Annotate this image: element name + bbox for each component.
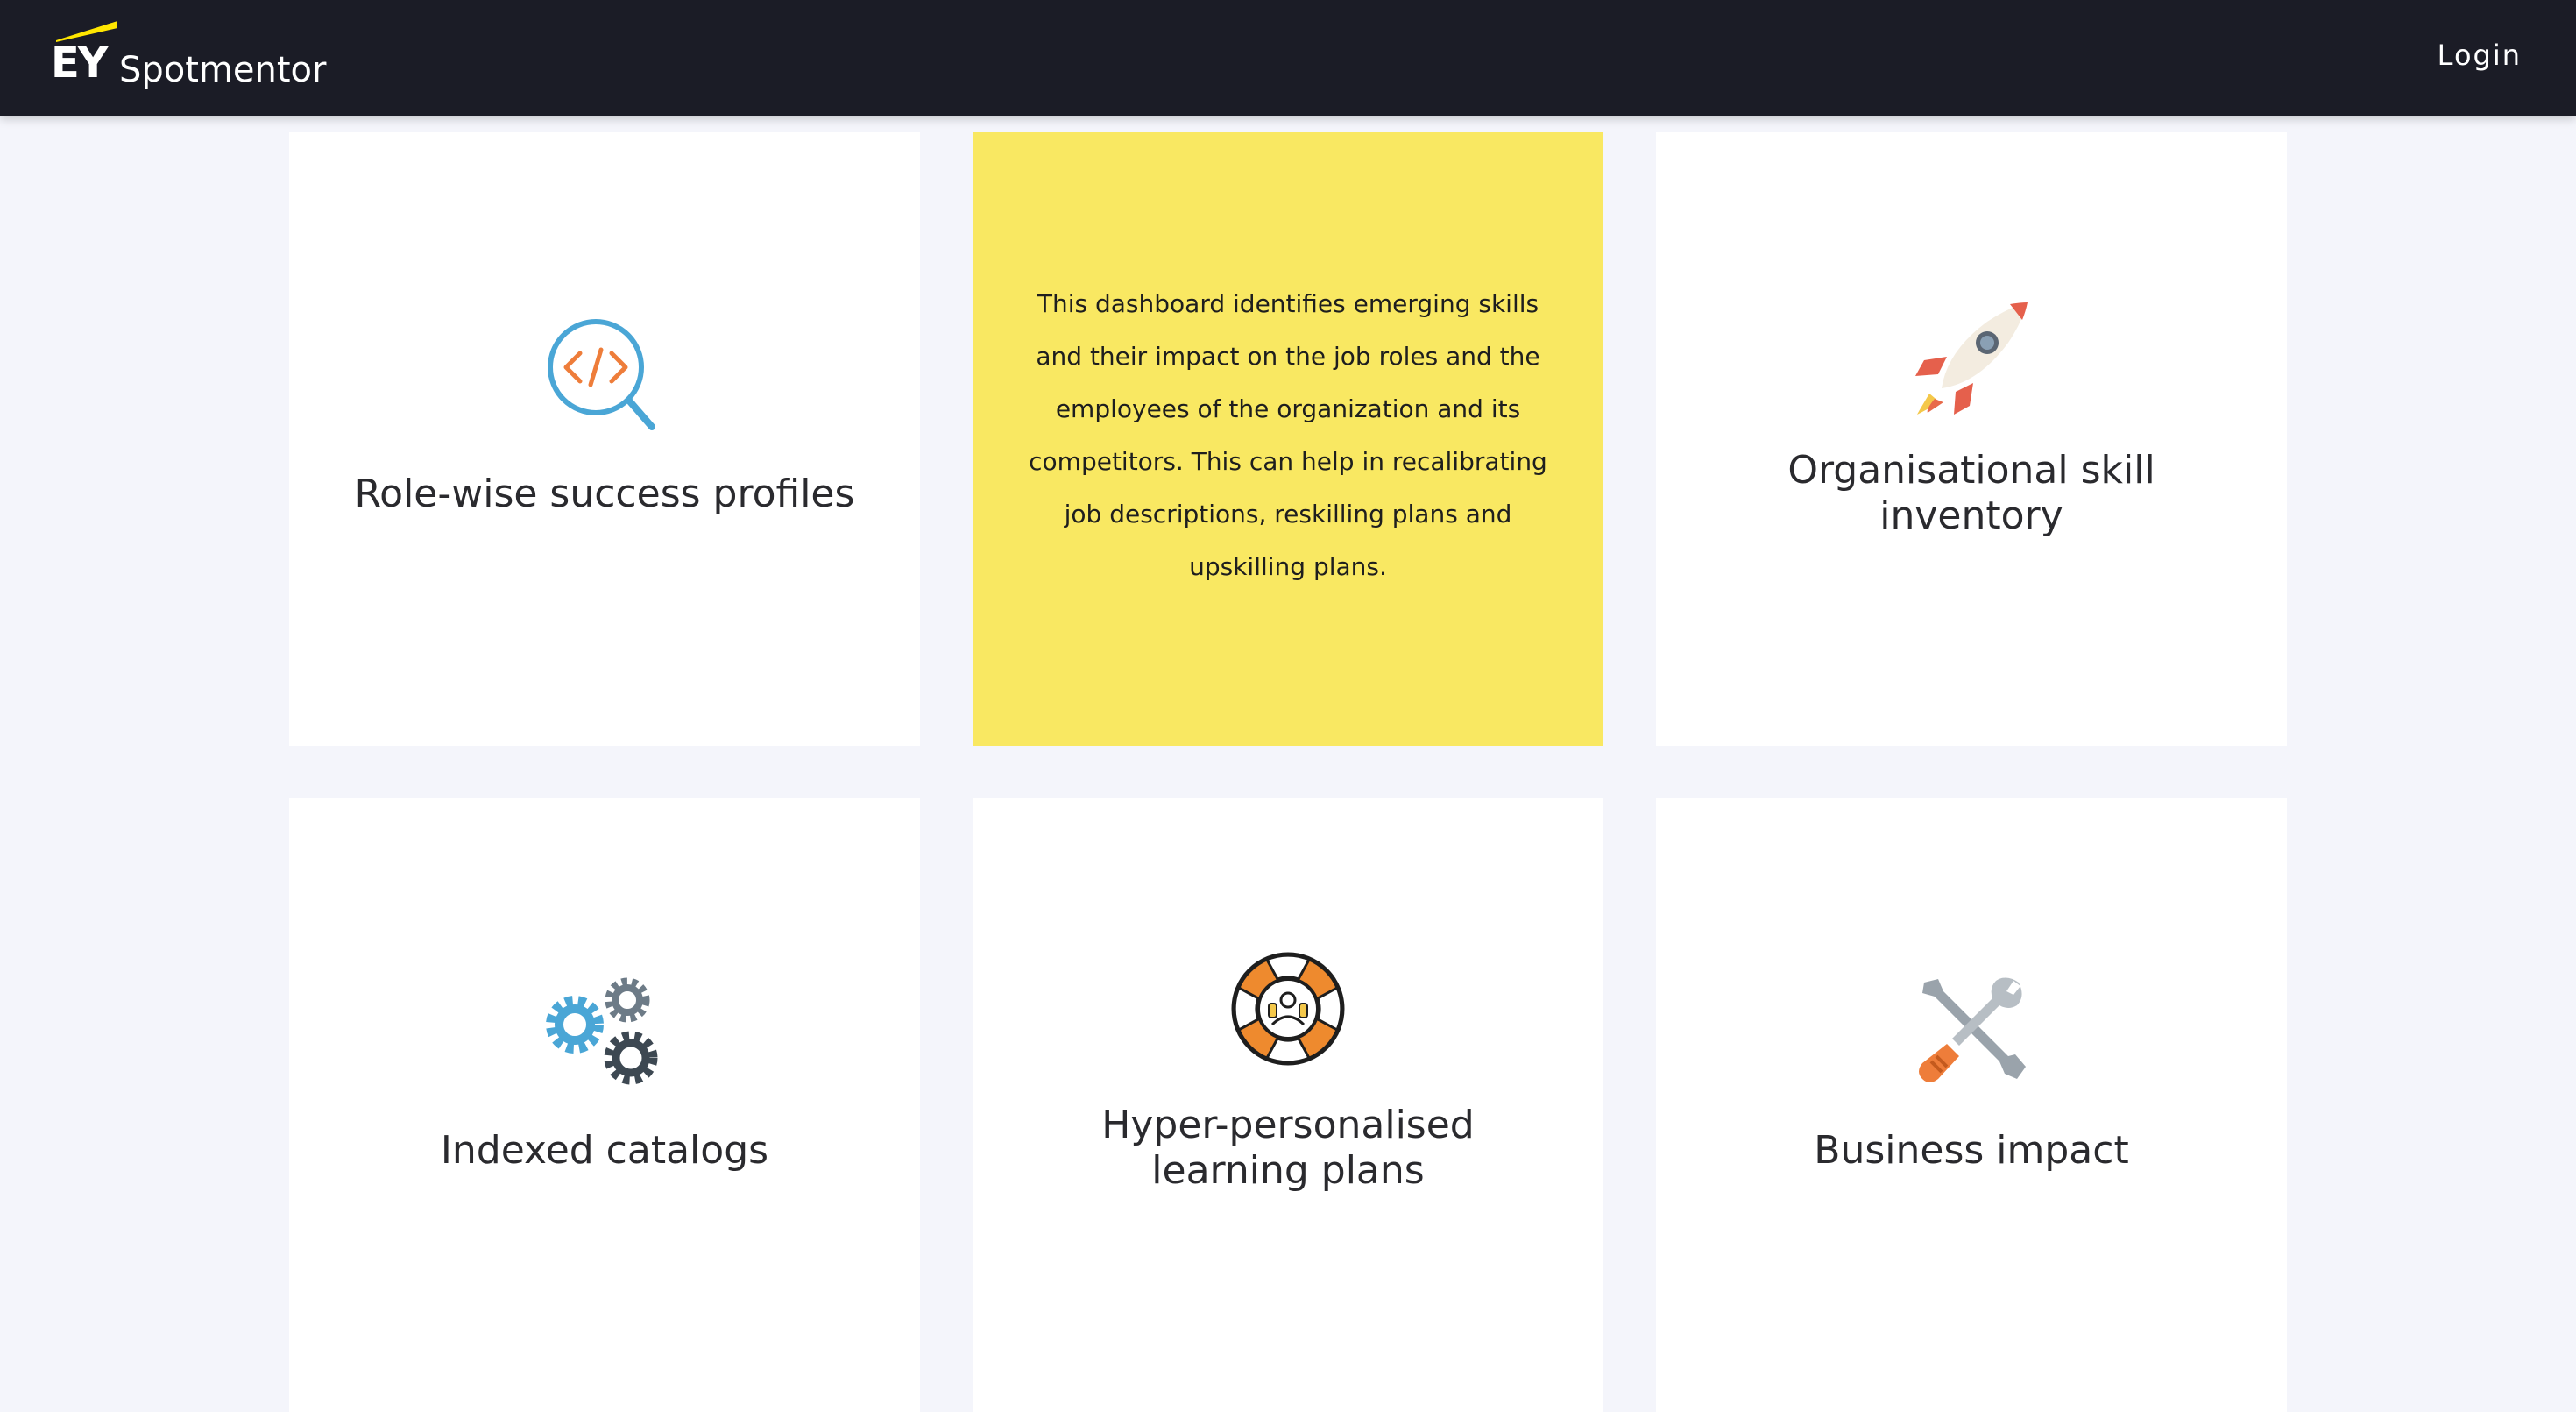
ey-logo-text: EY [51,39,109,88]
card-hyper-personalised-learning-plans[interactable]: Hyper-personalised learning plans [973,798,1603,1412]
card-description: This dashboard identifies emerging skill… [1029,289,1547,581]
card-title: Indexed catalogs [440,1128,769,1173]
card-title: Hyper-personalised learning plans [1101,1103,1475,1193]
lifebuoy-support-icon [1231,952,1345,1066]
tools-icon [1919,977,2026,1082]
card-role-wise-success-profiles[interactable]: Role-wise success profiles [289,132,920,746]
card-title: Business impact [1814,1128,2129,1173]
card-title: Organisational skill inventory [1787,448,2155,538]
card-business-impact[interactable]: Business impact [1656,798,2287,1412]
top-navigation-bar: EY Spotmentor Login [0,0,2576,116]
brand-logo-link[interactable]: EY Spotmentor [49,16,347,95]
gears-icon [546,977,658,1085]
brand-name: Spotmentor [119,50,327,90]
rocket-icon [1915,302,2028,415]
card-indexed-catalogs[interactable]: Indexed catalogs [289,798,920,1412]
card-description-highlight[interactable]: This dashboard identifies emerging skill… [973,132,1603,746]
card-title: Role-wise success profiles [354,472,855,516]
card-organisational-skill-inventory[interactable]: Organisational skill inventory [1656,132,2287,746]
login-link[interactable]: Login [2438,33,2522,78]
code-search-icon [548,319,655,430]
